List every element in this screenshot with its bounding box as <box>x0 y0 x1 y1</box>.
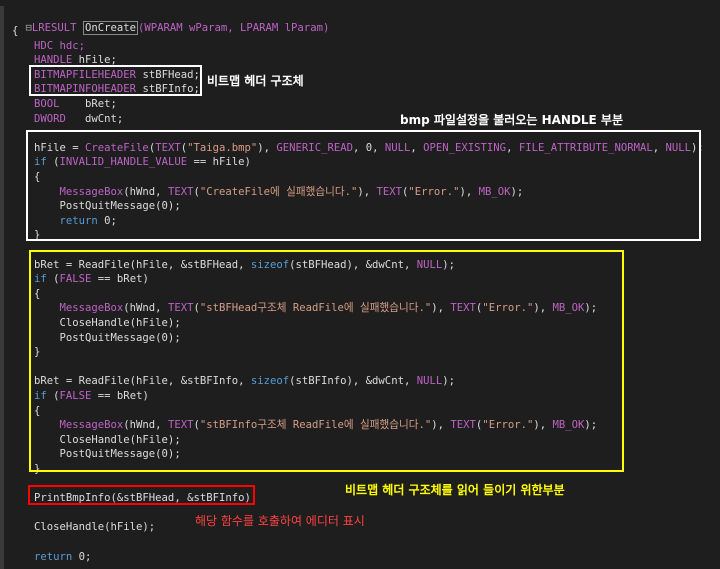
code-line: BOOL bRet; <box>34 97 117 111</box>
code-token: return <box>34 550 79 563</box>
code-line: CloseHandle(hFile); <box>34 520 155 534</box>
struct-annotation: 비트맵 헤더 구조체 <box>207 74 304 88</box>
code-token: 0; <box>78 550 92 563</box>
return-type: LRESULT <box>31 22 77 34</box>
code-token: bRet; <box>85 98 117 110</box>
function-name: OnCreate <box>82 21 138 35</box>
read-annotation: 비트맵 헤더 구조체를 읽어 들이기 위한부분 <box>345 483 565 497</box>
read-highlight-box <box>29 250 624 472</box>
code-token: DWORD <box>34 112 86 125</box>
code-line: DWORD dwCnt; <box>34 112 123 126</box>
code-token: HDC hdc; <box>34 39 86 52</box>
code-token: CloseHandle(hFile); <box>34 521 156 534</box>
code-token: BOOL <box>34 98 86 110</box>
code-line: HDC hdc; <box>34 39 85 53</box>
code-editor[interactable]: ⊟LRESULT OnCreate (WPARAM wParam, LPARAM … <box>0 0 720 569</box>
struct-highlight-box <box>29 65 202 96</box>
print-annotation: 해당 함수를 호출하여 에디터 표시 <box>195 514 365 528</box>
code-line: return 0; <box>34 550 91 564</box>
code-line: { <box>12 24 18 38</box>
handle-highlight-box <box>26 130 701 241</box>
handle-annotation: bmp 파일설정을 불러오는 HANDLE 부분 <box>400 113 624 127</box>
function-params: (WPARAM wParam, LPARAM lParam) <box>137 22 330 34</box>
code-token: dwCnt; <box>85 112 124 125</box>
code-token: { <box>12 25 19 37</box>
outline-gutter <box>0 6 4 569</box>
function-signature: ⊟LRESULT OnCreate (WPARAM wParam, LPARAM … <box>0 7 329 35</box>
print-highlight-box <box>28 485 255 505</box>
